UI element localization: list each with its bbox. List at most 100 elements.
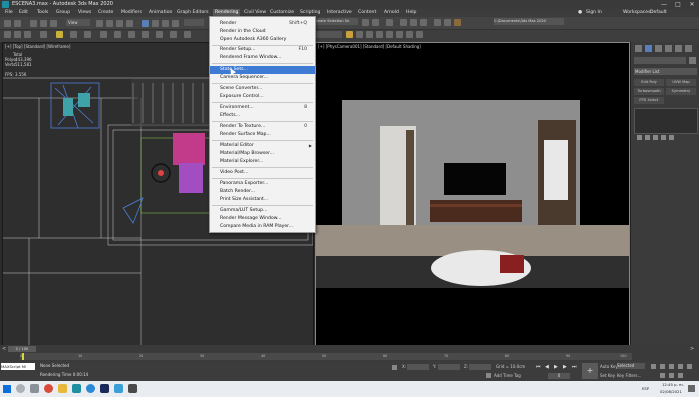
utilities-tab-icon[interactable] (685, 45, 692, 52)
undo-icon[interactable] (4, 20, 11, 27)
ribbon-selection-icon[interactable] (156, 31, 163, 38)
menu-modifiers[interactable]: Modifiers (121, 9, 142, 17)
menu-item-state-sets[interactable]: State Sets... (210, 66, 315, 74)
menu-item-rendered-frame-window[interactable]: Rendered Frame Window... (210, 54, 315, 62)
bind-space-warp-icon[interactable] (50, 20, 57, 27)
select-and-move-icon[interactable] (142, 20, 149, 27)
chrome-icon[interactable] (44, 384, 53, 393)
ribbon-freeform-icon[interactable] (142, 31, 149, 38)
schematic-view-icon[interactable] (410, 19, 417, 26)
zoom-icon[interactable] (660, 364, 665, 369)
motion-tab-icon[interactable] (665, 45, 672, 52)
x-coordinate-field[interactable] (407, 364, 429, 370)
material-editor-icon[interactable] (420, 19, 427, 26)
ribbon-populate-icon[interactable] (184, 31, 191, 38)
go-to-start-icon[interactable]: ⏮ (536, 364, 541, 370)
current-frame-marker[interactable] (22, 353, 24, 360)
camera-viewport-label[interactable]: [+] [PhysCamera001] [Standard] [Default … (318, 44, 421, 49)
play-icon[interactable]: ▶ (554, 364, 558, 370)
ribbon-system-icon[interactable] (114, 31, 121, 38)
set-key-button[interactable]: Set Key (600, 373, 615, 378)
go-to-end-icon[interactable]: ⏭ (572, 364, 577, 370)
hierarchy-tab-icon[interactable] (655, 45, 662, 52)
pin-stack-icon[interactable] (637, 135, 642, 140)
window-crossing-icon[interactable] (126, 20, 133, 27)
photoshop-icon[interactable] (100, 384, 109, 393)
mirror-icon[interactable] (362, 19, 369, 26)
ribbon-tool-g-icon[interactable] (406, 31, 413, 38)
maxscript-listener[interactable]: MAXScript Mi (1, 363, 35, 370)
workspaces-dropdown[interactable]: Default (650, 9, 667, 17)
menu-item-gamma-lut-setup[interactable]: Gamma/LUT Setup... (210, 207, 315, 215)
orbit-icon[interactable] (678, 364, 683, 369)
search-icon[interactable] (16, 384, 25, 393)
menu-item-environment[interactable]: Environment... 8 (210, 104, 315, 112)
menu-item-material-editor[interactable]: Material Editor ▶ (210, 142, 315, 150)
select-and-rotate-icon[interactable] (152, 20, 159, 27)
menu-create[interactable]: Create (98, 9, 113, 17)
modifier-stack[interactable] (634, 108, 698, 134)
menu-views[interactable]: Views (78, 9, 91, 17)
redo-icon[interactable] (14, 20, 21, 27)
timeline-next-arrow-icon[interactable]: > (690, 346, 694, 352)
menu-edit[interactable]: Edit (19, 9, 28, 17)
menu-item-a360-gallery[interactable]: Open Autodesk A360 Gallery (210, 36, 315, 44)
edge-icon[interactable] (86, 384, 95, 393)
modifier-button-uvw-map[interactable]: UVW Map (666, 79, 696, 86)
current-frame-field[interactable]: 0 (548, 373, 570, 379)
menu-item-render-setup[interactable]: Render Setup... F10 (210, 46, 315, 54)
maximize-button[interactable]: □ (672, 0, 684, 9)
align-icon[interactable] (372, 19, 379, 26)
menu-animation[interactable]: Animation (149, 9, 172, 17)
user-icon[interactable]: ● (578, 9, 582, 17)
render-frame-window-icon[interactable] (444, 19, 451, 26)
ribbon-light-icon[interactable] (56, 31, 63, 38)
menu-tools[interactable]: Tools (37, 9, 48, 17)
ribbon-create-box-icon[interactable] (4, 31, 11, 38)
create-tab-icon[interactable] (635, 45, 642, 52)
select-object-icon[interactable] (96, 20, 103, 27)
show-end-result-icon[interactable] (645, 135, 650, 140)
previous-frame-icon[interactable]: ◀ (545, 364, 549, 370)
select-and-scale-icon[interactable] (162, 20, 169, 27)
field-of-view-icon[interactable] (660, 373, 665, 378)
curve-editor-icon[interactable] (400, 19, 407, 26)
menu-interactive[interactable]: Interactive (327, 9, 352, 17)
time-slider[interactable]: 0 / 100 (8, 346, 36, 352)
display-tab-icon[interactable] (675, 45, 682, 52)
remove-modifier-icon[interactable] (661, 135, 666, 140)
add-time-tag-button[interactable]: Add Time Tag (494, 373, 521, 378)
menu-item-render-in-cloud[interactable]: Render in the Cloud (210, 28, 315, 36)
auto-key-button[interactable]: Auto Key (600, 364, 618, 369)
link-icon[interactable] (30, 20, 37, 27)
rectangular-selection-icon[interactable] (116, 20, 123, 27)
reference-coordinate-dropdown[interactable] (184, 19, 204, 26)
ribbon-sphere-icon[interactable] (14, 31, 21, 38)
select-by-name-icon[interactable] (106, 20, 113, 27)
minimize-button[interactable]: — (658, 0, 670, 9)
place-icon[interactable] (172, 20, 179, 27)
menu-item-scene-converter[interactable]: Scene Converter... (210, 85, 315, 93)
menu-item-camera-sequencer[interactable]: Camera Sequencer... (210, 74, 315, 82)
menu-item-panorama-exporter[interactable]: Panorama Exporter... (210, 180, 315, 188)
menu-graph-editors[interactable]: Graph Editors (177, 9, 209, 17)
maximize-viewport-icon[interactable] (687, 364, 692, 369)
modify-tab-icon[interactable] (645, 45, 652, 52)
explorer-app-icon[interactable] (114, 384, 123, 393)
pan-icon[interactable] (669, 364, 674, 369)
menu-item-render[interactable]: Render Shift+Q (210, 20, 315, 28)
modifier-button-edit-poly[interactable]: Edit Poly (634, 79, 664, 86)
object-color-swatch[interactable] (689, 57, 696, 64)
layer-explorer-icon[interactable] (386, 19, 393, 26)
configure-modifier-sets-icon[interactable] (669, 135, 674, 140)
ribbon-spacewarp-icon[interactable] (100, 31, 107, 38)
camera-viewport[interactable]: [+] [PhysCamera001] [Standard] [Default … (315, 42, 630, 347)
set-key-mode-icon[interactable]: + (582, 363, 598, 379)
key-filters-button[interactable]: Key Filters... (617, 373, 641, 378)
add-time-tag-icon[interactable] (486, 373, 491, 378)
ribbon-tool-e-icon[interactable] (386, 31, 393, 38)
ribbon-tool-f-icon[interactable] (396, 31, 403, 38)
ribbon-helper-icon[interactable] (84, 31, 91, 38)
y-coordinate-field[interactable] (438, 364, 460, 370)
modifier-button-ffd[interactable]: FFD 4x4x4 (634, 97, 664, 104)
